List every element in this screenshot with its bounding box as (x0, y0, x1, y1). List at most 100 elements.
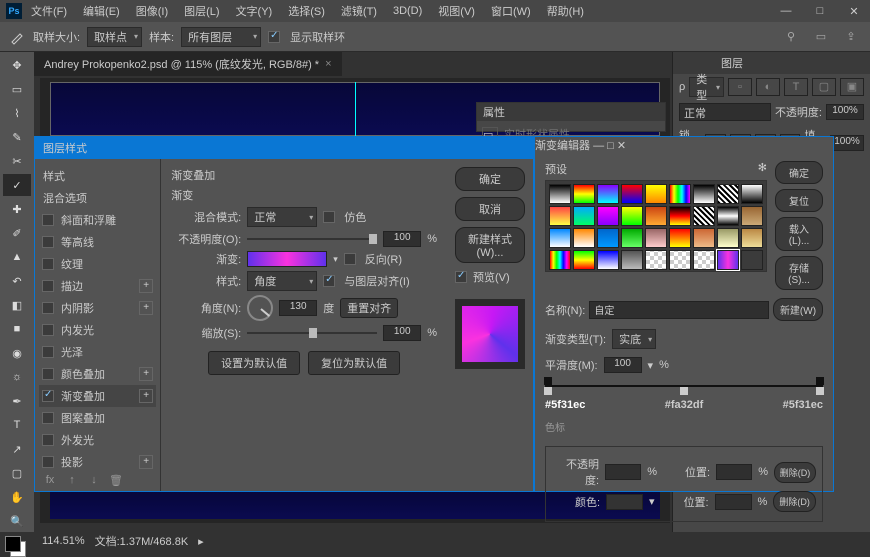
align-checkbox[interactable] (323, 275, 335, 287)
color-stop-left[interactable] (544, 387, 552, 395)
make-default-button[interactable]: 设置为默认值 (208, 351, 300, 375)
gradient-bar[interactable] (545, 385, 823, 387)
inner-shadow-checkbox[interactable] (42, 302, 54, 314)
type-tool[interactable]: T (3, 414, 31, 436)
outer-glow-checkbox[interactable] (42, 434, 54, 446)
gradient-overlay-checkbox[interactable] (42, 390, 54, 402)
gradient-overlay-label[interactable]: 渐变叠加 (61, 388, 105, 404)
stop-loc2-input[interactable] (715, 494, 752, 510)
fill-value[interactable]: 100% (830, 135, 864, 151)
dither-checkbox[interactable] (323, 211, 335, 223)
preset-grid[interactable] (545, 180, 767, 272)
outer-glow-label[interactable]: 外发光 (61, 432, 94, 448)
filter-shape-icon[interactable]: ▢ (812, 78, 836, 96)
sample-size-dropdown[interactable]: 取样点 (87, 27, 142, 47)
blur-tool[interactable]: ◉ (3, 342, 31, 364)
crop-tool[interactable]: ✂ (3, 150, 31, 172)
delete-opacity-stop[interactable]: 删除(D) (774, 462, 816, 483)
trash-icon[interactable]: 🗑 (107, 474, 125, 488)
menu-edit[interactable]: 编辑(E) (76, 1, 127, 21)
ge-load-button[interactable]: 载入(L)... (775, 217, 823, 251)
bevel-checkbox[interactable] (42, 214, 54, 226)
gradient-type-select[interactable]: 实底 (612, 329, 656, 349)
shape-tool[interactable]: ▢ (3, 462, 31, 484)
layer-opacity-value[interactable]: 100% (826, 104, 864, 120)
healing-tool[interactable]: ✚ (3, 198, 31, 220)
filter-adj-icon[interactable]: ◐ (756, 78, 780, 96)
fx-icon[interactable]: fx (41, 474, 59, 488)
delete-color-stop[interactable]: 删除(D) (773, 491, 816, 512)
cancel-button[interactable]: 取消 (455, 197, 525, 221)
dodge-tool[interactable]: ☼ (3, 366, 31, 388)
color-overlay-label[interactable]: 颜色叠加 (61, 366, 105, 382)
blend-mode-select[interactable]: 正常 (247, 207, 317, 227)
reset-default-button[interactable]: 复位为默认值 (308, 351, 400, 375)
close-tab-icon[interactable]: × (325, 58, 331, 70)
arrow-up-icon[interactable]: ↑ (63, 474, 81, 488)
contour-checkbox[interactable] (42, 236, 54, 248)
eyedropper-tool[interactable]: ✓ (3, 174, 31, 196)
texture-label[interactable]: 纹理 (61, 256, 83, 272)
pattern-overlay-checkbox[interactable] (42, 412, 54, 424)
blend-mode-dropdown[interactable]: 正常 (679, 103, 771, 121)
dialog-maximize[interactable]: □ (607, 140, 614, 152)
ge-cancel-button[interactable]: 复位 (775, 189, 823, 212)
color-overlay-add[interactable]: + (139, 367, 153, 381)
menu-image[interactable]: 图像(I) (129, 1, 175, 21)
layers-tab[interactable]: 图层 (713, 52, 751, 74)
lasso-tool[interactable]: ⌇ (3, 102, 31, 124)
minimize-button[interactable]: — (770, 1, 802, 21)
inner-shadow-add[interactable]: + (139, 301, 153, 315)
pattern-overlay-label[interactable]: 图案叠加 (61, 410, 105, 426)
stroke-add[interactable]: + (139, 279, 153, 293)
gradient-overlay-add[interactable]: + (139, 389, 153, 403)
hand-tool[interactable]: ✋ (3, 486, 31, 508)
opacity-slider[interactable] (247, 233, 377, 245)
show-ring-checkbox[interactable] (268, 31, 280, 43)
arrow-down-icon[interactable]: ↓ (85, 474, 103, 488)
bevel-label[interactable]: 斜面和浮雕 (61, 212, 116, 228)
menu-layer[interactable]: 图层(L) (177, 1, 226, 21)
reset-align-button[interactable]: 重置对齐 (340, 298, 398, 318)
inner-glow-checkbox[interactable] (42, 324, 54, 336)
menu-select[interactable]: 选择(S) (281, 1, 332, 21)
menu-view[interactable]: 视图(V) (431, 1, 482, 21)
gradient-tool[interactable]: ■ (3, 318, 31, 340)
styles-header[interactable]: 样式 (39, 165, 156, 187)
maximize-button[interactable]: □ (804, 1, 836, 21)
reverse-checkbox[interactable] (344, 253, 356, 265)
satin-label[interactable]: 光泽 (61, 344, 83, 360)
stroke-checkbox[interactable] (42, 280, 54, 292)
filter-pixel-icon[interactable]: ▫ (728, 78, 752, 96)
contour-label[interactable]: 等高线 (61, 234, 94, 250)
ge-save-button[interactable]: 存储(S)... (775, 256, 823, 290)
style-select[interactable]: 角度 (247, 271, 317, 291)
new-gradient-button[interactable]: 新建(W) (773, 298, 823, 321)
filter-smart-icon[interactable]: ▣ (840, 78, 864, 96)
layer-kind-dropdown[interactable]: 类型 (689, 77, 724, 97)
inner-shadow-label[interactable]: 内阴影 (61, 300, 94, 316)
move-tool[interactable]: ✥ (3, 54, 31, 76)
menu-window[interactable]: 窗口(W) (484, 1, 538, 21)
angle-dial[interactable] (247, 295, 273, 321)
presets-gear-icon[interactable]: ✻ (758, 161, 767, 177)
stroke-label[interactable]: 描边 (61, 278, 83, 294)
marquee-tool[interactable]: ▭ (3, 78, 31, 100)
brush-tool[interactable]: ✐ (3, 222, 31, 244)
ge-ok-button[interactable]: 确定 (775, 161, 823, 184)
menu-file[interactable]: 文件(F) (24, 1, 74, 21)
zoom-tool[interactable]: 🔍 (3, 510, 31, 532)
texture-checkbox[interactable] (42, 258, 54, 270)
satin-checkbox[interactable] (42, 346, 54, 358)
dialog-minimize[interactable]: — (593, 140, 604, 152)
inner-glow-label[interactable]: 内发光 (61, 322, 94, 338)
ok-button[interactable]: 确定 (455, 167, 525, 191)
menu-type[interactable]: 文字(Y) (229, 1, 280, 21)
new-style-button[interactable]: 新建样式(W)... (455, 227, 525, 263)
stop-opacity-input[interactable] (605, 464, 641, 480)
properties-tab[interactable]: 属性 (483, 104, 505, 120)
document-tab[interactable]: Andrey Prokopenko2.psd @ 115% (底纹发光, RGB… (34, 52, 342, 76)
opacity-input[interactable]: 100 (383, 231, 421, 247)
color-stop-right[interactable] (816, 387, 824, 395)
drop-shadow-add[interactable]: + (139, 455, 153, 469)
